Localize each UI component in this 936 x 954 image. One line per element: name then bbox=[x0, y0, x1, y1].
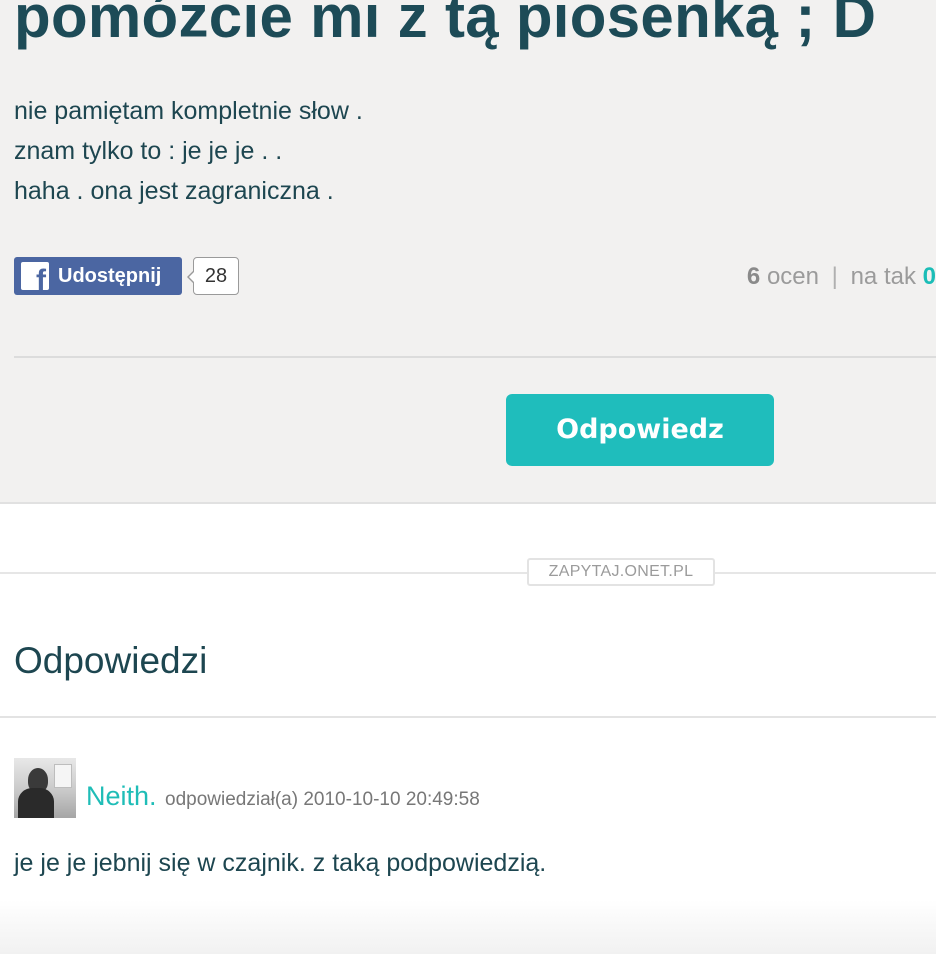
question-body-line: znam tylko to : je je je . . bbox=[14, 137, 283, 165]
ratings-separator: | bbox=[831, 263, 838, 290]
answer-meta: Neith. odpowiedział(a) 2010-10-10 20:49:… bbox=[86, 781, 480, 812]
avatar-figure-body bbox=[18, 788, 54, 818]
answer-button[interactable]: Odpowiedz bbox=[506, 394, 774, 466]
answer-timestamp: odpowiedział(a) 2010-10-10 20:49:58 bbox=[165, 789, 480, 810]
answers-divider bbox=[0, 716, 936, 718]
ratings-yes-count: 0 bbox=[922, 263, 936, 290]
answer-text: je je je jebnij się w czajnik. z taką po… bbox=[14, 849, 547, 877]
answer-author-link[interactable]: Neith. bbox=[86, 781, 157, 811]
question-body-line: nie pamiętam kompletnie słow . bbox=[14, 97, 363, 125]
divider bbox=[14, 356, 936, 358]
ad-divider bbox=[0, 572, 936, 574]
bottom-fade bbox=[0, 900, 936, 954]
facebook-icon-glyph: f bbox=[36, 264, 46, 291]
share-count: 28 bbox=[187, 257, 239, 295]
facebook-icon: f bbox=[21, 262, 49, 290]
share-label: Udostępnij bbox=[58, 264, 162, 287]
ratings-count-label: ocen bbox=[766, 263, 819, 290]
avatar-window bbox=[54, 764, 72, 788]
question-panel: pomóżcie mi z tą piosenką ; D nie pamięt… bbox=[0, 0, 936, 504]
question-title: pomóżcie mi z tą piosenką ; D bbox=[14, 0, 877, 50]
answers-heading: Odpowiedzi bbox=[14, 640, 208, 681]
question-body: nie pamiętam kompletnie słow . znam tylk… bbox=[14, 91, 363, 211]
question-body-line: haha . ona jest zagraniczna . bbox=[14, 177, 334, 205]
ratings-summary: 6 ocen | na tak 0 bbox=[747, 263, 936, 291]
ad-label: ZAPYTAJ.ONET.PL bbox=[527, 558, 715, 586]
ratings-yes-label: na tak bbox=[850, 263, 916, 290]
facebook-share-button[interactable]: f Udostępnij bbox=[14, 257, 182, 295]
avatar[interactable] bbox=[14, 758, 76, 818]
ratings-count: 6 bbox=[746, 263, 761, 290]
